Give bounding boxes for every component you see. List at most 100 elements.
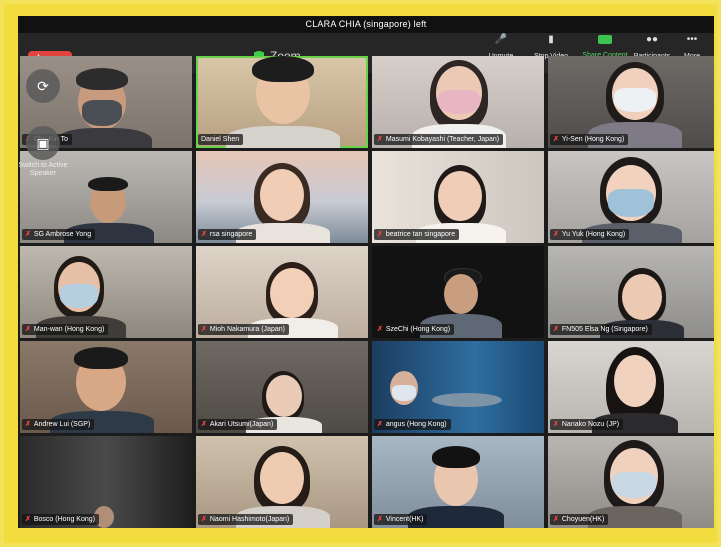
face-mask (392, 385, 416, 401)
participant-hair (74, 347, 128, 369)
video-tile-active-speaker[interactable]: Daniel Shen (196, 56, 368, 148)
aquarium-shark (432, 393, 502, 407)
participant-name-tag: Daniel Shen (198, 134, 244, 145)
participant-name: angus (Hong Kong) (385, 421, 447, 428)
participant-name-tag: ✗ Vincent(HK) (374, 514, 428, 525)
video-tile[interactable]: ✗ Masumi Kobayashi (Teacher, Japan) (372, 56, 544, 148)
microphone-muted-icon: ✗ (201, 326, 207, 333)
participant-name-tag: ✗ Naomi Hashimoto(Japan) (198, 514, 294, 525)
participant-name-tag: ✗ Man-wan (Hong Kong) (22, 324, 109, 335)
gallery-view: ✗Chu Kin To Daniel Shen ✗Masumi Kobayash… (18, 56, 714, 528)
participant-name-tag: ✗ beatrice tan singapore (374, 229, 460, 240)
video-tile[interactable]: ✗ Yu Yuk (Hong Kong) (548, 151, 714, 243)
participant-name-tag: ✗ Choyuen(HK) (550, 514, 609, 525)
participant-name-tag: ✗ Yu Yuk (Hong Kong) (550, 229, 630, 240)
participant-name: Bosco (Hong Kong) (33, 516, 95, 523)
video-tile[interactable]: ✗ angus (Hong Kong) (372, 341, 544, 433)
participant-name: Andrew Lui (SGP) (33, 421, 91, 428)
participant-name-tag: ✗ SG Ambrose Yong (22, 229, 96, 240)
speaker-view-icon: ▣ (36, 135, 50, 151)
participant-name: Naomi Hashimoto(Japan) (209, 516, 290, 523)
face-mask (608, 189, 654, 217)
participant-name-tag: ✗ Bosco (Hong Kong) (22, 514, 99, 525)
video-tile[interactable]: ✗ Andrew Lui (SGP) (20, 341, 192, 433)
participant-name: Daniel Shen (201, 136, 240, 143)
microphone-muted-icon: ✗ (377, 421, 383, 428)
participant-face (622, 274, 662, 320)
microphone-muted-icon: ✗ (553, 326, 559, 333)
participant-name: Vincent(HK) (385, 516, 424, 523)
face-mask (612, 472, 656, 498)
video-tile[interactable]: ✗ Man-wan (Hong Kong) (20, 246, 192, 338)
microphone-muted-icon: ✗ (377, 516, 383, 523)
participant-name: Masumi Kobayashi (Teacher, Japan) (385, 136, 500, 143)
microphone-muted-icon: ✗ (553, 516, 559, 523)
video-tile[interactable]: ✗ Mioh Nakamura (Japan) (196, 246, 368, 338)
participant-name: Yu Yuk (Hong Kong) (561, 231, 626, 238)
participant-name: Mioh Nakamura (Japan) (209, 326, 285, 333)
microphone-muted-icon: ✗ (553, 231, 559, 238)
microphone-muted-icon: ✗ (25, 231, 31, 238)
video-tile[interactable]: ✗ rsa singapore (196, 151, 368, 243)
video-tile[interactable]: ✗ Naomi Hashimoto(Japan) (196, 436, 368, 528)
video-tile[interactable]: ✗ beatrice tan singapore (372, 151, 544, 243)
participant-name: Yi-Sen (Hong Kong) (561, 136, 625, 143)
switch-to-active-speaker-button[interactable]: ▣ (26, 126, 60, 160)
video-tile[interactable]: ✗ Vincent(HK) (372, 436, 544, 528)
participant-name-tag: ✗ Nanako Nozu (JP) (550, 419, 624, 430)
participant-name-tag: ✗ angus (Hong Kong) (374, 419, 451, 430)
video-tile[interactable]: ✗ SzeChi (Hong Kong) (372, 246, 544, 338)
microphone-muted-icon: ✗ (25, 326, 31, 333)
participant-face (266, 375, 302, 417)
participants-icon: ●● (645, 34, 659, 45)
participant-name: Man-wan (Hong Kong) (33, 326, 105, 333)
participant-face (260, 452, 304, 504)
video-tile[interactable]: ✗ Nanako Nozu (JP) (548, 341, 714, 433)
participant-name: Nanako Nozu (JP) (561, 421, 620, 428)
video-camera-icon: ▮ (548, 34, 554, 45)
participant-name: Akari Utsumi(Japan) (209, 421, 274, 428)
switch-to-active-speaker-label: Switch to Active Speaker (18, 162, 68, 177)
video-tile[interactable]: ✗ FN505 Elsa Ng (Singapore) (548, 246, 714, 338)
microphone-muted-icon: 🎤 (494, 34, 508, 45)
share-screen-icon (598, 35, 612, 44)
participant-name: beatrice tan singapore (385, 231, 456, 238)
participant-name-tag: ✗ Andrew Lui (SGP) (22, 419, 95, 430)
switch-camera-button[interactable]: ⟳ (26, 69, 60, 103)
video-tile[interactable]: ✗ Akari Utsumi(Japan) (196, 341, 368, 433)
participant-name-tag: ✗ FN505 Elsa Ng (Singapore) (550, 324, 652, 335)
face-mask (60, 284, 98, 308)
participant-name-tag: ✗ Akari Utsumi(Japan) (198, 419, 278, 430)
participant-hair (252, 56, 314, 82)
camera-rotate-icon: ⟳ (37, 78, 49, 94)
microphone-muted-icon: ✗ (377, 136, 383, 143)
participant-hair (432, 446, 480, 468)
participant-face (614, 355, 656, 407)
video-tile[interactable]: ✗ Yi-Sen (Hong Kong) (548, 56, 714, 148)
microphone-muted-icon: ✗ (553, 421, 559, 428)
microphone-muted-icon: ✗ (553, 136, 559, 143)
participant-name-tag: ✗ Yi-Sen (Hong Kong) (550, 134, 629, 145)
participant-name: SG Ambrose Yong (33, 231, 92, 238)
microphone-muted-icon: ✗ (377, 231, 383, 238)
face-mask (82, 100, 122, 126)
participant-face (444, 274, 478, 314)
participant-name: SzeChi (Hong Kong) (385, 326, 451, 333)
microphone-muted-icon: ✗ (201, 421, 207, 428)
participant-name: Choyuen(HK) (561, 516, 605, 523)
more-dots-icon: ••• (686, 34, 698, 45)
participant-body (226, 126, 340, 148)
microphone-muted-icon: ✗ (25, 421, 31, 428)
participant-name: FN505 Elsa Ng (Singapore) (561, 326, 648, 333)
microphone-muted-icon: ✗ (377, 326, 383, 333)
video-tile[interactable]: ✗ Choyuen(HK) (548, 436, 714, 528)
microphone-muted-icon: ✗ (201, 516, 207, 523)
participant-hair (76, 68, 128, 90)
zoom-window: CLARA CHIA (singapore) left Leave Zoom ⌄… (18, 16, 714, 528)
participant-name: rsa singapore (209, 231, 253, 238)
microphone-muted-icon: ✗ (201, 231, 207, 238)
participant-hair (88, 177, 128, 191)
video-tile[interactable]: ✗ Bosco (Hong Kong) (20, 436, 192, 528)
participant-name-tag: ✗ Masumi Kobayashi (Teacher, Japan) (374, 134, 504, 145)
face-mask (614, 88, 656, 112)
